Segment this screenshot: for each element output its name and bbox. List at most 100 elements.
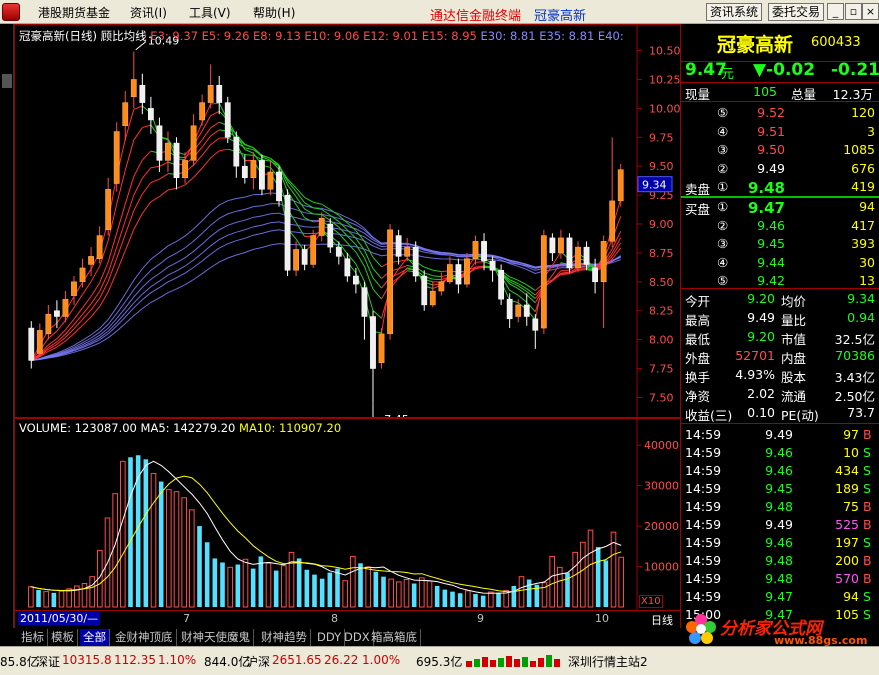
volume-chart-panel: 40000 30000 20000 10000 VOLUME: 123087.00 M… — [14, 418, 681, 611]
candle[interactable] — [45, 304, 52, 340]
tab-box[interactable]: 箱高箱底 — [368, 629, 421, 646]
short-ema-segment — [73, 313, 83, 325]
candle[interactable] — [293, 241, 299, 277]
candle[interactable] — [241, 154, 248, 184]
tab-trend[interactable]: 财神趋势 — [258, 629, 311, 646]
period-label[interactable]: 日线 — [651, 612, 673, 628]
candle-body — [165, 142, 171, 161]
menu-item-help[interactable]: 帮助(H) — [253, 4, 295, 21]
price-chart[interactable]: 10.5010.2510.009.759.509.259.008.758.508… — [15, 25, 680, 417]
ask-row: 卖盘 ① 9.48 419 — [681, 178, 879, 197]
candle[interactable] — [378, 328, 385, 369]
candle[interactable] — [472, 235, 479, 265]
candle[interactable] — [575, 241, 581, 273]
candle[interactable] — [515, 299, 522, 323]
candle[interactable] — [310, 229, 317, 268]
tab-all[interactable]: 全部 — [80, 629, 110, 646]
candle[interactable] — [79, 258, 86, 288]
candle[interactable] — [609, 137, 616, 248]
candle[interactable] — [549, 233, 556, 261]
menu-item-tools[interactable]: 工具(V) — [189, 4, 231, 21]
menu-item-info[interactable]: 资讯(I) — [130, 4, 167, 21]
candle[interactable] — [318, 212, 325, 242]
trade-button[interactable]: 委托交易 — [768, 3, 825, 21]
volume-bar — [350, 555, 356, 608]
candle[interactable] — [617, 163, 624, 207]
market-bar — [522, 657, 528, 667]
volume-bar — [319, 578, 325, 607]
tab-template[interactable]: 模板 — [48, 629, 78, 646]
candle[interactable] — [421, 270, 428, 311]
minimize-button[interactable]: _ — [827, 3, 844, 20]
candle[interactable] — [446, 256, 453, 285]
candle[interactable] — [233, 131, 240, 178]
short-ema-segment — [432, 275, 442, 278]
candle[interactable] — [276, 166, 282, 207]
short-ema-segment — [167, 187, 177, 191]
candle[interactable] — [113, 122, 120, 192]
bid-volume: 30 — [859, 254, 875, 270]
volume-chart[interactable]: 40000 30000 20000 10000 — [15, 419, 680, 610]
candle[interactable] — [156, 117, 163, 172]
volume-bar — [288, 551, 295, 608]
close-button[interactable]: × — [862, 3, 879, 20]
candle[interactable] — [370, 310, 376, 404]
candle[interactable] — [455, 258, 462, 294]
candle[interactable] — [267, 160, 274, 196]
tick-row: 14:59 9.49 525 B — [681, 516, 879, 534]
candle[interactable] — [600, 235, 607, 329]
candle[interactable] — [361, 281, 368, 340]
volume-bar — [181, 497, 187, 608]
candle[interactable] — [327, 218, 334, 253]
candle[interactable] — [506, 293, 513, 329]
candle[interactable] — [498, 264, 505, 305]
tab-angel-devil[interactable]: 财神天使魔鬼 — [178, 629, 254, 646]
server-name[interactable]: 深圳行情主站2 — [568, 653, 648, 670]
menu-item-hk-futures[interactable]: 港股期货基金 — [38, 4, 110, 21]
candle[interactable] — [207, 64, 214, 109]
info-system-button[interactable]: 资讯系统 — [706, 3, 763, 21]
short-ema-segment — [551, 251, 562, 266]
candle[interactable] — [523, 293, 530, 326]
restore-button[interactable]: ▫ — [845, 3, 862, 20]
short-ema-segment — [133, 105, 143, 110]
candle[interactable] — [353, 267, 359, 294]
candle[interactable] — [344, 252, 351, 282]
candle[interactable] — [429, 281, 436, 308]
candle[interactable] — [36, 323, 43, 357]
candle[interactable] — [173, 137, 180, 190]
candle[interactable] — [199, 94, 206, 126]
scroll-handle[interactable] — [2, 74, 12, 88]
tab-indicator[interactable]: 指标 — [18, 629, 48, 646]
tab-jincaishen[interactable]: 金财神顶底 — [112, 629, 177, 646]
tick-time: 14:59 — [685, 535, 722, 550]
candle-body — [284, 194, 291, 271]
candle[interactable] — [165, 131, 171, 172]
candle[interactable] — [540, 229, 547, 334]
candle[interactable] — [105, 177, 112, 236]
candle[interactable] — [284, 189, 291, 277]
candle[interactable] — [224, 96, 231, 144]
candle[interactable] — [96, 226, 103, 264]
candle[interactable] — [566, 233, 573, 273]
candle[interactable] — [395, 229, 402, 265]
volume-bar — [158, 481, 164, 607]
short-ema-segment — [82, 281, 92, 295]
candle[interactable] — [28, 321, 35, 369]
short-ema-segment — [116, 220, 126, 248]
candle[interactable] — [464, 252, 470, 288]
candle[interactable] — [532, 314, 539, 349]
candle[interactable] — [387, 224, 393, 340]
candle[interactable] — [412, 241, 419, 282]
volume-bar — [166, 489, 172, 608]
candle[interactable] — [190, 114, 197, 167]
candle[interactable] — [250, 152, 257, 190]
candle[interactable] — [404, 237, 411, 261]
bid-row: 买盘 ① 9.47 94 — [681, 198, 879, 217]
candle[interactable] — [130, 51, 137, 109]
candle[interactable] — [216, 76, 223, 115]
candle[interactable] — [54, 300, 60, 329]
candle-body — [156, 125, 163, 161]
candle[interactable] — [481, 233, 487, 271]
candle[interactable] — [259, 154, 265, 196]
